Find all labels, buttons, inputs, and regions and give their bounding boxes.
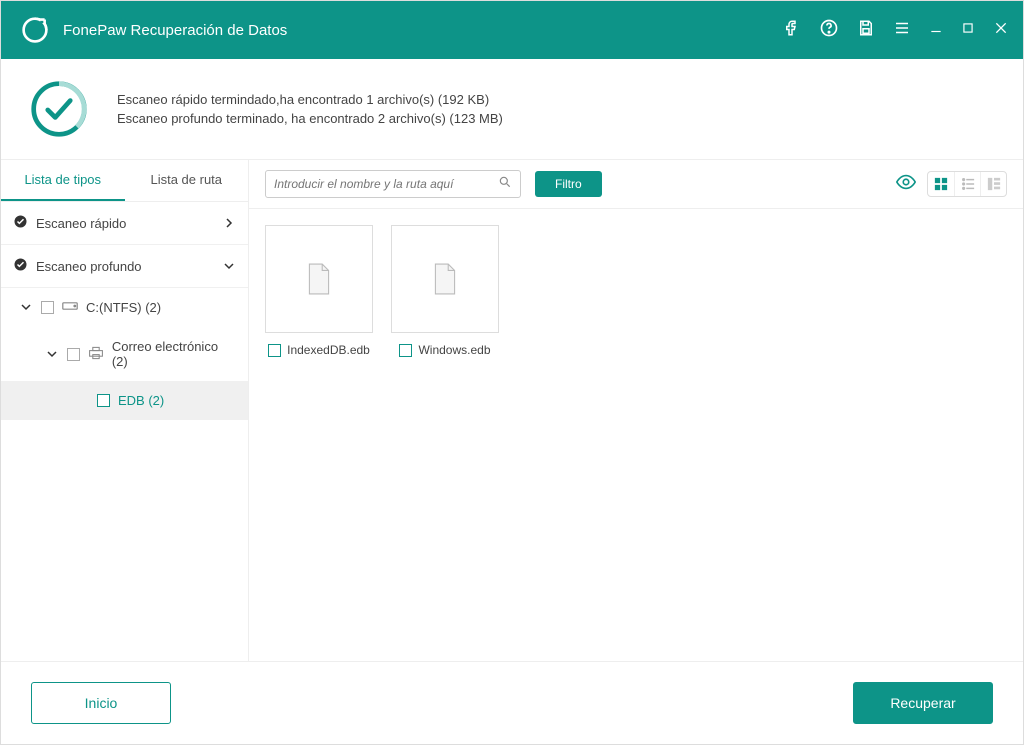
tab-types[interactable]: Lista de tipos — [1, 160, 125, 201]
file-name: Windows.edb — [418, 343, 490, 357]
main-body: Lista de tipos Lista de ruta Escaneo ráp… — [1, 160, 1023, 661]
success-check-icon — [29, 79, 89, 139]
chevron-down-icon — [45, 347, 59, 362]
help-icon[interactable] — [819, 18, 839, 43]
search-input[interactable] — [274, 177, 492, 191]
tree-deep-scan[interactable]: Escaneo profundo — [1, 245, 248, 288]
deep-scan-message: Escaneo profundo terminado, ha encontrad… — [117, 111, 503, 126]
checkbox[interactable] — [67, 348, 80, 361]
file-item[interactable]: Windows.edb — [391, 225, 499, 645]
checked-circle-icon — [13, 214, 28, 232]
maximize-icon[interactable] — [961, 21, 975, 40]
sidebar-tabs: Lista de tipos Lista de ruta — [1, 160, 248, 202]
file-name: IndexedDB.edb — [287, 343, 370, 357]
close-icon[interactable] — [993, 20, 1009, 41]
file-item[interactable]: IndexedDB.edb — [265, 225, 373, 645]
list-view-icon[interactable] — [954, 172, 980, 196]
file-icon — [432, 263, 458, 295]
titlebar: FonePaw Recuperación de Datos — [1, 1, 1023, 59]
tree-label: Escaneo profundo — [36, 259, 214, 274]
tree-edb[interactable]: EDB (2) — [1, 381, 248, 420]
tree-label: Correo electrónico (2) — [112, 339, 236, 369]
checkbox[interactable] — [41, 301, 54, 314]
sidebar: Lista de tipos Lista de ruta Escaneo ráp… — [1, 160, 249, 661]
app-logo — [21, 16, 49, 44]
tree-quick-scan[interactable]: Escaneo rápido — [1, 202, 248, 245]
detail-view-icon[interactable] — [980, 172, 1006, 196]
search-icon[interactable] — [498, 175, 512, 194]
menu-icon[interactable] — [893, 19, 911, 42]
recover-button[interactable]: Recuperar — [853, 682, 993, 724]
chevron-right-icon — [222, 216, 236, 231]
chevron-down-icon — [222, 259, 236, 274]
tree: Escaneo rápido Escaneo profundo — [1, 202, 248, 420]
toolbar: Filtro — [249, 160, 1023, 209]
file-thumbnail — [265, 225, 373, 333]
grid-view-icon[interactable] — [928, 172, 954, 196]
preview-eye-icon[interactable] — [895, 171, 917, 198]
home-button[interactable]: Inicio — [31, 682, 171, 724]
filter-button[interactable]: Filtro — [535, 171, 602, 197]
quick-scan-message: Escaneo rápido termindado,ha encontrado … — [117, 92, 503, 107]
checkbox[interactable] — [97, 394, 110, 407]
view-controls — [895, 171, 1007, 198]
app-window: FonePaw Recuperación de Datos — [0, 0, 1024, 745]
chevron-down-icon — [19, 300, 33, 315]
app-title: FonePaw Recuperación de Datos — [63, 22, 783, 39]
file-icon — [306, 263, 332, 295]
facebook-icon[interactable] — [783, 19, 801, 42]
search-box[interactable] — [265, 170, 521, 198]
scan-status-header: Escaneo rápido termindado,ha encontrado … — [1, 59, 1023, 160]
disk-icon — [62, 300, 78, 315]
scan-messages: Escaneo rápido termindado,ha encontrado … — [117, 88, 503, 130]
main-panel: Filtro — [249, 160, 1023, 661]
tree-label: EDB (2) — [118, 393, 164, 408]
tree-email[interactable]: Correo electrónico (2) — [1, 327, 248, 381]
tree-label: C:(NTFS) (2) — [86, 300, 161, 315]
tree-drive[interactable]: C:(NTFS) (2) — [1, 288, 248, 327]
view-mode-toggle — [927, 171, 1007, 197]
checked-circle-icon — [13, 257, 28, 275]
printer-icon — [88, 346, 104, 363]
file-thumbnail — [391, 225, 499, 333]
tree-label: Escaneo rápido — [36, 216, 214, 231]
tab-path[interactable]: Lista de ruta — [125, 160, 249, 201]
titlebar-actions — [783, 18, 1009, 43]
minimize-icon[interactable] — [929, 21, 943, 40]
footer: Inicio Recuperar — [1, 661, 1023, 744]
checkbox[interactable] — [399, 344, 412, 357]
save-icon[interactable] — [857, 19, 875, 42]
checkbox[interactable] — [268, 344, 281, 357]
file-grid: IndexedDB.edb Windows.edb — [249, 209, 1023, 661]
